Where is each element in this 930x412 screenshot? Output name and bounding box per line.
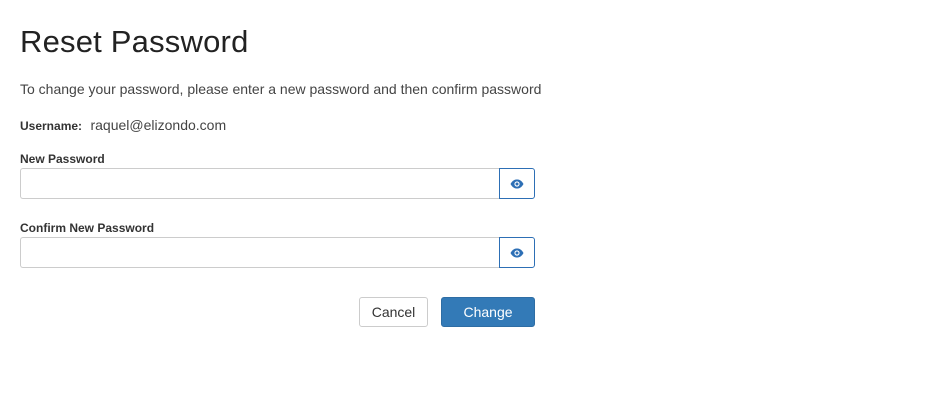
cancel-button[interactable]: Cancel	[359, 297, 428, 327]
new-password-row	[20, 168, 535, 199]
username-label: Username:	[20, 119, 83, 133]
confirm-password-label: Confirm New Password	[20, 221, 155, 235]
new-password-label: New Password	[20, 152, 105, 166]
confirm-password-row	[20, 237, 535, 268]
eye-icon	[510, 248, 524, 258]
change-button[interactable]: Change	[441, 297, 535, 327]
show-confirm-password-button[interactable]	[499, 237, 535, 268]
new-password-input[interactable]	[20, 168, 499, 199]
instructions-text: To change your password, please enter a …	[20, 81, 542, 97]
username-row: Username: raquel@elizondo.com	[20, 117, 226, 135]
form-actions: Cancel Change	[359, 297, 535, 327]
page-title: Reset Password	[20, 24, 249, 59]
confirm-password-input[interactable]	[20, 237, 499, 268]
show-new-password-button[interactable]	[499, 168, 535, 199]
eye-icon	[510, 179, 524, 189]
username-value: raquel@elizondo.com	[90, 117, 227, 133]
